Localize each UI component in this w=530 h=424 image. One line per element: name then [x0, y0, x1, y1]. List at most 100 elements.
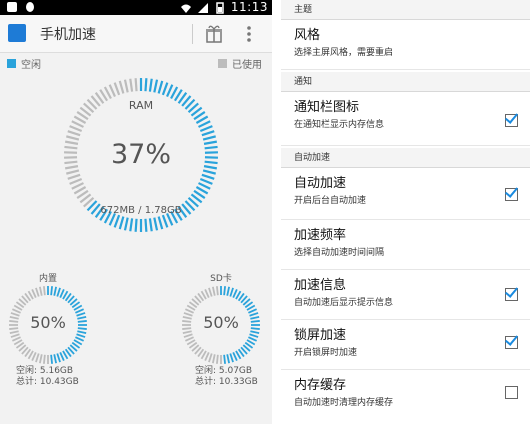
speed-info-checkbox[interactable] [504, 284, 519, 301]
gauge-tick [67, 130, 81, 137]
setting-lock-speed-title: 锁屏加速 [294, 328, 347, 343]
gauge-tick [229, 353, 234, 363]
gauge-tick [123, 79, 129, 93]
internal-storage-title: 内置 [38, 274, 57, 284]
internal-storage-info: 空闲: 5.16GB 总计: 10.43GB [16, 366, 79, 388]
setting-theme[interactable]: 风格 选择主屏风格，需要重启 [281, 20, 530, 70]
gauge-tick [53, 286, 57, 296]
gauge-tick [31, 352, 37, 361]
gauge-tick [35, 353, 40, 363]
gauge-tick [67, 173, 81, 180]
gift-icon[interactable] [205, 24, 223, 44]
lock-speed-checkbox[interactable] [504, 332, 519, 349]
memory-cache-checkbox[interactable] [505, 386, 518, 399]
internal-free-text: 空闲: 5.16GB [16, 366, 74, 376]
legend-used-swatch [218, 59, 227, 68]
overflow-menu-icon[interactable] [246, 26, 252, 42]
gauge-tick [201, 173, 215, 180]
gauge-tick [226, 286, 230, 296]
appbar-divider [192, 24, 193, 44]
setting-speed-info-title: 加速信息 [294, 278, 347, 293]
setting-notify-icon[interactable]: 通知栏图标 在通知栏显示内存信息 [281, 92, 530, 146]
internal-gauge-percent: 50% [30, 313, 66, 332]
sdcard-storage-title: SD卡 [210, 274, 232, 284]
gauge-tick [113, 214, 121, 228]
setting-theme-title: 风格 [294, 28, 321, 43]
gauge-tick [198, 182, 211, 190]
gauge-tick [50, 286, 53, 296]
gauge-tick [12, 336, 21, 342]
legend-free-label: 空闲 [21, 60, 41, 71]
status-bar: 11:13 [0, 0, 272, 15]
gauge-tick [69, 125, 83, 133]
gauge-tick [39, 286, 43, 296]
setting-auto-speed-title: 自动加速 [294, 176, 347, 191]
setting-lock-speed[interactable]: 锁屏加速 开启锁屏时加速 [281, 320, 530, 370]
gauge-tick [31, 289, 37, 298]
internal-storage-gauge[interactable]: 50% [8, 285, 88, 365]
notify-icon-checkbox[interactable] [504, 110, 519, 127]
gauge-tick [157, 216, 164, 230]
internal-total-text: 总计: 10.43GB [16, 377, 79, 387]
ram-gauge[interactable]: RAM 37% 672MB / 1.78GB [63, 77, 219, 233]
gauge-tick [201, 130, 215, 137]
panel-separator [272, 0, 281, 424]
setting-lock-speed-subtitle: 开启锁屏时加速 [294, 348, 358, 358]
setting-memory-cache[interactable]: 内存缓存 自动加速时清理内存缓存 [281, 370, 530, 424]
gauge-tick [216, 354, 219, 364]
setting-speed-info[interactable]: 加速信息 自动加速后显示提示信息 [281, 270, 530, 320]
gauge-tick [212, 286, 216, 296]
gauge-tick [226, 354, 230, 364]
gauge-tick [108, 84, 116, 97]
setting-speed-frequency[interactable]: 加速频率 选择自动加速时间间隔 [281, 220, 530, 270]
gauge-tick [66, 169, 80, 175]
app-logo-icon[interactable] [8, 24, 26, 42]
gauge-tick [39, 354, 43, 364]
gauge-tick [59, 289, 65, 298]
gauge-tick [229, 287, 234, 297]
gauge-tick [199, 177, 213, 185]
ram-gauge-title: RAM [128, 99, 154, 112]
setting-auto-speed[interactable]: 自动加速 开启后台自动加速 [281, 168, 530, 220]
gauge-tick [123, 217, 129, 231]
setting-memory-cache-subtitle: 自动加速时清理内存缓存 [294, 398, 394, 408]
settings-screen: 主题 风格 选择主屏风格，需要重启 通知 通知栏图标 在通知栏显示内存信息 自动… [281, 0, 530, 424]
gauge-tick [202, 169, 216, 175]
memory-overview-screen: 11:13 手机加速 空闲 已使用 RAM 37% 672MB / 1.78GB… [0, 0, 272, 424]
setting-notify-icon-title: 通知栏图标 [294, 100, 360, 115]
gauge-tick [113, 82, 121, 96]
setting-memory-cache-title: 内存缓存 [294, 378, 347, 393]
gauge-tick [223, 286, 226, 296]
auto-speed-checkbox[interactable] [504, 184, 519, 201]
section-header-theme: 主题 [281, 0, 530, 20]
sdcard-gauge-percent: 50% [203, 313, 239, 332]
setting-speed-frequency-subtitle: 选择自动加速时间间隔 [294, 248, 385, 258]
setting-theme-subtitle: 选择主屏风格，需要重启 [294, 48, 394, 58]
gauge-tick [232, 289, 238, 298]
gauge-tick [204, 352, 210, 361]
gauge-tick [35, 287, 40, 297]
penguin-icon [26, 2, 34, 12]
legend-used-label: 已使用 [232, 60, 262, 71]
status-time: 11:13 [230, 0, 268, 14]
gauge-tick [10, 333, 20, 338]
legend-used: 已使用 [218, 56, 262, 71]
notification-app-icon [7, 2, 17, 12]
section-header-notify: 通知 [281, 72, 530, 92]
gauge-tick [212, 354, 216, 364]
sdcard-storage-info: 空闲: 5.07GB 总计: 10.33GB [195, 366, 258, 388]
ram-gauge-usage: 672MB / 1.78GB [100, 205, 182, 216]
gauge-tick [208, 287, 213, 297]
gauge-tick [232, 352, 238, 361]
gauge-tick [148, 78, 153, 92]
ram-gauge-percent: 37% [110, 139, 171, 170]
gauge-tick [216, 286, 219, 296]
sdcard-storage-gauge[interactable]: 50% [181, 285, 261, 365]
gauge-tick [199, 125, 213, 133]
setting-notify-icon-subtitle: 在通知栏显示内存信息 [294, 120, 385, 130]
gauge-tick [157, 80, 164, 94]
gauge-tick [208, 353, 213, 363]
gauge-tick [50, 354, 53, 364]
gauge-tick [134, 218, 138, 232]
gauge-tick [43, 286, 46, 296]
